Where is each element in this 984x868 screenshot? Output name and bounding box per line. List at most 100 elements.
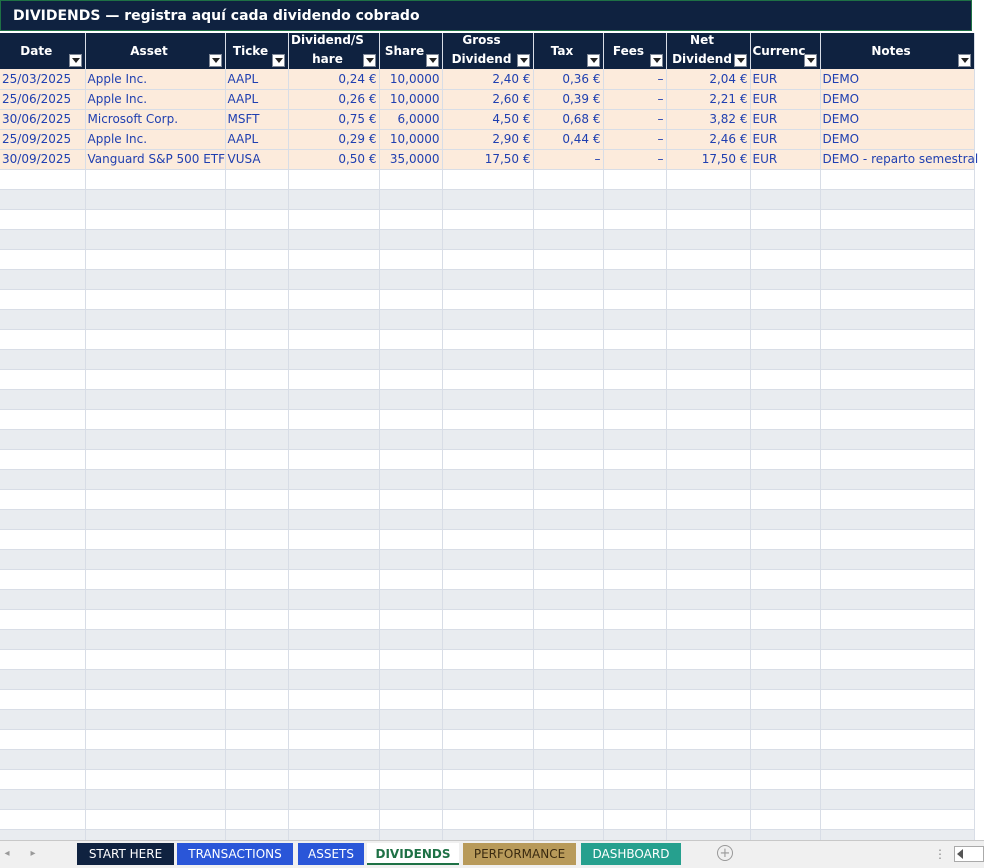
empty-cell[interactable] — [533, 269, 604, 290]
empty-cell[interactable] — [603, 789, 667, 810]
empty-cell[interactable] — [666, 749, 751, 770]
cell-currency[interactable]: EUR — [750, 109, 821, 130]
empty-cell[interactable] — [820, 489, 975, 510]
empty-cell[interactable] — [0, 429, 86, 450]
empty-cell[interactable] — [442, 749, 534, 770]
empty-cell[interactable] — [666, 689, 751, 710]
cell-net-dividend[interactable]: 2,04 € — [666, 69, 751, 90]
empty-cell[interactable] — [85, 189, 226, 210]
empty-cell[interactable] — [533, 429, 604, 450]
cell-tax[interactable]: – — [533, 149, 604, 170]
empty-cell[interactable] — [666, 529, 751, 550]
cell-shares[interactable]: 10,0000 — [379, 129, 443, 150]
empty-cell[interactable] — [533, 329, 604, 350]
empty-cell[interactable] — [603, 189, 667, 210]
cell-dividend-share[interactable]: 0,26 € — [288, 89, 380, 110]
empty-cell[interactable] — [820, 709, 975, 730]
empty-cell[interactable] — [750, 529, 821, 550]
empty-cell[interactable] — [288, 769, 380, 790]
empty-cell[interactable] — [85, 569, 226, 590]
empty-cell[interactable] — [820, 209, 975, 230]
empty-cell[interactable] — [533, 609, 604, 630]
empty-cell[interactable] — [0, 189, 86, 210]
empty-cell[interactable] — [0, 629, 86, 650]
empty-cell[interactable] — [820, 409, 975, 430]
empty-cell[interactable] — [288, 189, 380, 210]
empty-cell[interactable] — [442, 289, 534, 310]
empty-cell[interactable] — [379, 329, 443, 350]
cell-fees[interactable]: – — [603, 89, 667, 110]
empty-cell[interactable] — [820, 369, 975, 390]
empty-cell[interactable] — [0, 309, 86, 330]
empty-cell[interactable] — [288, 529, 380, 550]
cell-tax[interactable]: 0,36 € — [533, 69, 604, 90]
empty-cell[interactable] — [85, 509, 226, 530]
empty-cell[interactable] — [533, 569, 604, 590]
empty-cell[interactable] — [603, 769, 667, 790]
empty-cell[interactable] — [0, 389, 86, 410]
empty-cell[interactable] — [603, 749, 667, 770]
empty-cell[interactable] — [288, 449, 380, 470]
empty-cell[interactable] — [603, 629, 667, 650]
empty-cell[interactable] — [533, 669, 604, 690]
column-header-gross-dividend[interactable]: Gross Dividend — [442, 33, 534, 69]
cell-asset[interactable]: Apple Inc. — [85, 89, 226, 110]
empty-cell[interactable] — [603, 549, 667, 570]
empty-cell[interactable] — [603, 729, 667, 750]
empty-cell[interactable] — [85, 589, 226, 610]
empty-cell[interactable] — [666, 429, 751, 450]
cell-gross-dividend[interactable]: 2,40 € — [442, 69, 534, 90]
empty-cell[interactable] — [85, 169, 226, 190]
empty-cell[interactable] — [85, 789, 226, 810]
empty-cell[interactable] — [225, 709, 289, 730]
empty-cell[interactable] — [603, 209, 667, 230]
cell-currency[interactable]: EUR — [750, 69, 821, 90]
empty-cell[interactable] — [603, 709, 667, 730]
empty-cell[interactable] — [442, 529, 534, 550]
cell-dividend-share[interactable]: 0,50 € — [288, 149, 380, 170]
empty-cell[interactable] — [750, 789, 821, 810]
cell-shares[interactable]: 6,0000 — [379, 109, 443, 130]
column-header-notes[interactable]: Notes — [820, 33, 975, 69]
empty-cell[interactable] — [85, 689, 226, 710]
empty-cell[interactable] — [0, 729, 86, 750]
sheet-tab-start-here[interactable]: START HERE — [77, 843, 174, 865]
empty-cell[interactable] — [603, 609, 667, 630]
scroll-tabs-left-icon[interactable]: ◂ — [0, 845, 14, 863]
empty-cell[interactable] — [442, 189, 534, 210]
empty-cell[interactable] — [442, 209, 534, 230]
empty-cell[interactable] — [0, 409, 86, 430]
empty-cell[interactable] — [288, 469, 380, 490]
empty-cell[interactable] — [0, 809, 86, 830]
empty-cell[interactable] — [85, 309, 226, 330]
empty-cell[interactable] — [820, 689, 975, 710]
empty-cell[interactable] — [379, 289, 443, 310]
empty-cell[interactable] — [225, 529, 289, 550]
empty-cell[interactable] — [0, 289, 86, 310]
empty-cell[interactable] — [750, 649, 821, 670]
filter-dropdown-icon[interactable] — [271, 54, 285, 67]
empty-cell[interactable] — [666, 709, 751, 730]
cell-notes[interactable]: DEMO — [820, 129, 975, 150]
empty-cell[interactable] — [820, 609, 975, 630]
empty-cell[interactable] — [603, 229, 667, 250]
empty-cell[interactable] — [750, 289, 821, 310]
column-header-tax[interactable]: Tax — [533, 33, 604, 69]
empty-cell[interactable] — [0, 369, 86, 390]
empty-cell[interactable] — [85, 729, 226, 750]
cell-date[interactable]: 25/09/2025 — [0, 129, 86, 150]
empty-cell[interactable] — [442, 269, 534, 290]
empty-cell[interactable] — [533, 529, 604, 550]
empty-cell[interactable] — [603, 689, 667, 710]
empty-cell[interactable] — [288, 329, 380, 350]
empty-cell[interactable] — [603, 509, 667, 530]
empty-cell[interactable] — [666, 289, 751, 310]
cell-tax[interactable]: 0,39 € — [533, 89, 604, 110]
empty-cell[interactable] — [379, 469, 443, 490]
empty-cell[interactable] — [225, 249, 289, 270]
empty-cell[interactable] — [750, 309, 821, 330]
empty-cell[interactable] — [533, 349, 604, 370]
empty-cell[interactable] — [820, 309, 975, 330]
empty-cell[interactable] — [0, 749, 86, 770]
empty-cell[interactable] — [85, 809, 226, 830]
